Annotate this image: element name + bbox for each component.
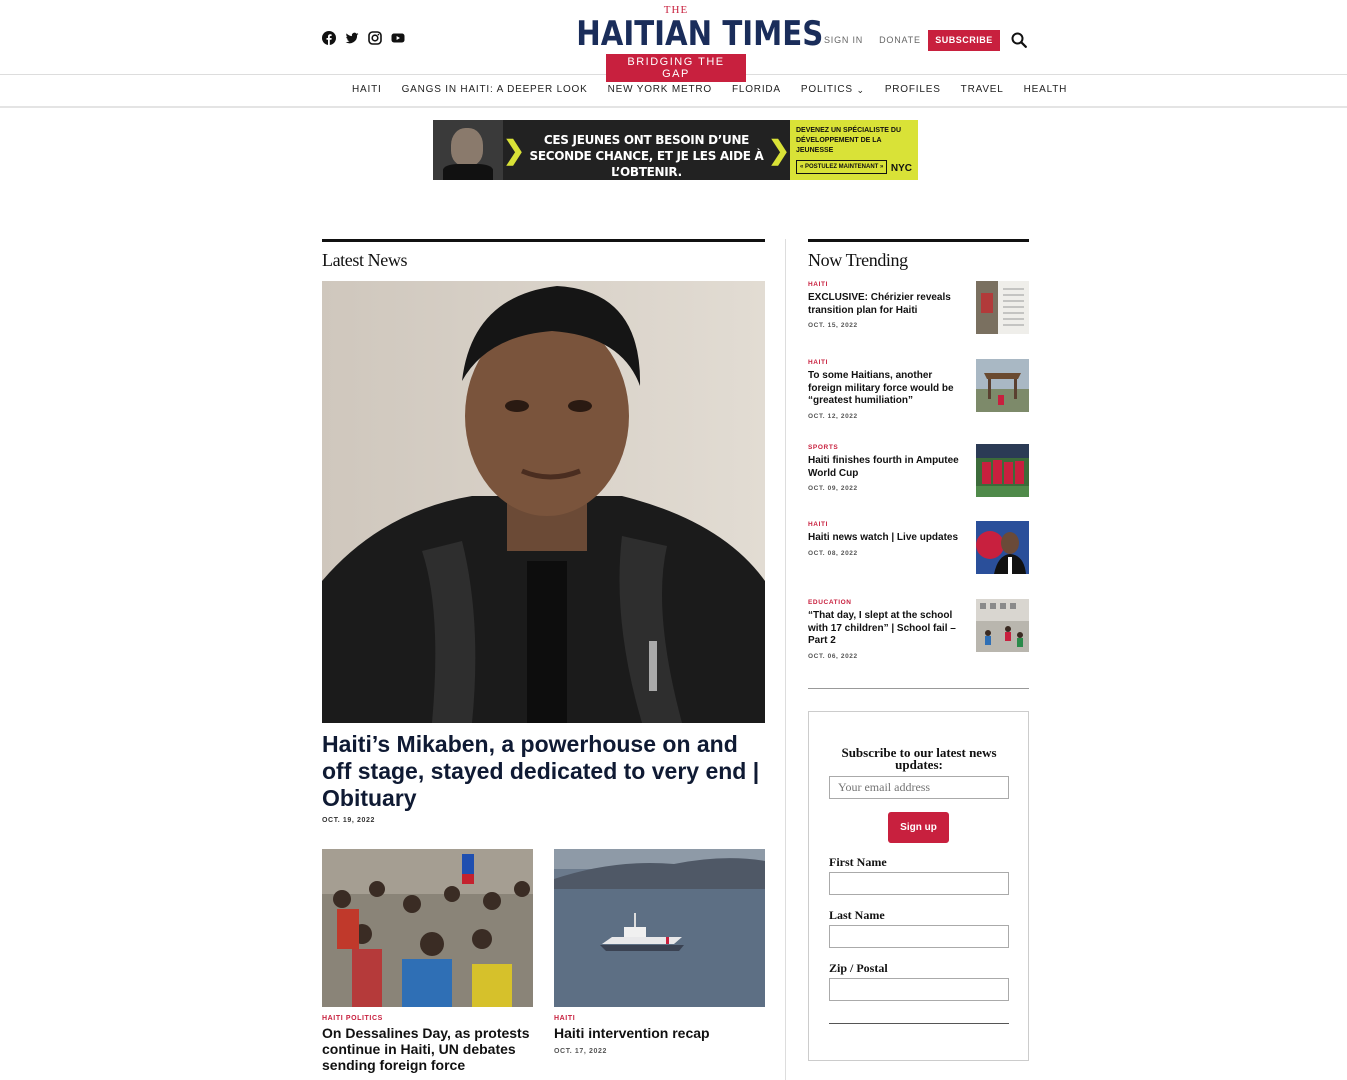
ad-side-panel: DEVENEZ UN SPÉCIALISTE DU DÉVELOPPEMENT … <box>790 120 918 180</box>
trending-date: OCT. 06, 2022 <box>808 652 858 660</box>
now-trending-heading: Now Trending <box>808 250 908 270</box>
trending-item[interactable]: SPORTS Haiti finishes fourth in Amputee … <box>808 444 1029 497</box>
article-card[interactable]: HAITI Haiti intervention recap OCT. 17, … <box>554 849 765 1055</box>
hero-date: OCT. 19, 2022 <box>322 817 375 824</box>
thumbnail-graphic <box>976 359 1029 412</box>
sign-in-link[interactable]: SIGN IN <box>824 35 863 45</box>
now-trending-header: Now Trending <box>808 239 1029 271</box>
banner-ad[interactable]: ❯ CES JEUNES ONT BESOIN D’UNE SECONDE CH… <box>433 120 918 180</box>
article-title[interactable]: On Dessalines Day, as protests continue … <box>322 1025 533 1073</box>
donate-link[interactable]: DONATE <box>879 35 921 45</box>
nav-item-gangs[interactable]: GANGS IN HAITI: A DEEPER LOOK <box>402 84 588 95</box>
trending-title[interactable]: Haiti news watch | Live updates <box>808 532 966 545</box>
latest-news-heading: Latest News <box>322 250 408 270</box>
trending-thumbnail[interactable] <box>976 521 1029 574</box>
ship-photo-graphic <box>554 849 765 1007</box>
trending-title[interactable]: To some Haitians, another foreign milita… <box>808 370 966 408</box>
thumbnail-graphic <box>976 281 1029 334</box>
article-title[interactable]: Haiti intervention recap <box>554 1025 765 1041</box>
article-card[interactable]: HAITI POLITICS On Dessalines Day, as pro… <box>322 849 533 1073</box>
trending-thumbnail[interactable] <box>976 281 1029 334</box>
nav-item-profiles[interactable]: PROFILES <box>885 84 941 95</box>
first-name-label: First Name <box>829 855 887 869</box>
newsletter-signup: Subscribe to our latest news updates: Si… <box>808 711 1029 1061</box>
nav-item-health[interactable]: HEALTH <box>1024 84 1068 95</box>
ad-side-text: DEVENEZ UN SPÉCIALISTE DU DÉVELOPPEMENT … <box>796 127 902 154</box>
logo-wordmark: HAITIAN TIMES <box>576 14 824 54</box>
first-name-field[interactable] <box>829 872 1009 895</box>
hero-image[interactable] <box>322 281 765 723</box>
nav-item-new-york-metro[interactable]: NEW YORK METRO <box>608 84 712 95</box>
trending-thumbnail[interactable] <box>976 599 1029 652</box>
trending-title[interactable]: Haiti finishes fourth in Amputee World C… <box>808 455 966 480</box>
twitter-icon[interactable] <box>345 31 359 45</box>
thumbnail-graphic <box>976 444 1029 497</box>
trending-thumbnail[interactable] <box>976 444 1029 497</box>
divider <box>829 1023 1009 1024</box>
zip-field[interactable] <box>829 978 1009 1001</box>
last-name-field[interactable] <box>829 925 1009 948</box>
subscribe-button[interactable]: SUBSCRIBE <box>928 30 1000 51</box>
latest-news-header: Latest News <box>322 239 765 271</box>
ad-chevron-icon: ❯ <box>503 135 525 165</box>
hero-headline[interactable]: Haiti’s Mikaben, a powerhouse on and off… <box>322 731 765 812</box>
header-links: SIGN IN DONATE <box>824 35 921 45</box>
trending-thumbnail[interactable] <box>976 359 1029 412</box>
nav-item-politics[interactable]: POLITICS ⌄ <box>801 84 865 95</box>
ad-cta[interactable]: « POSTULEZ MAINTENANT » <box>796 160 888 174</box>
site-header: THE HAITIAN TIMES BRIDGING THE GAP SIGN … <box>0 0 1347 82</box>
social-links <box>322 31 405 45</box>
trending-title[interactable]: “That day, I slept at the school with 17… <box>808 610 966 648</box>
article-image[interactable] <box>322 849 533 1007</box>
email-field[interactable] <box>829 776 1009 799</box>
trending-date: OCT. 12, 2022 <box>808 412 858 420</box>
site-logo[interactable]: THE HAITIAN TIMES BRIDGING THE GAP <box>560 4 824 82</box>
nav-item-florida[interactable]: FLORIDA <box>732 84 781 95</box>
sign-up-button[interactable]: Sign up <box>888 812 949 843</box>
search-icon[interactable] <box>1011 32 1027 48</box>
thumbnail-graphic <box>976 599 1029 652</box>
nav-item-travel[interactable]: TRAVEL <box>961 84 1004 95</box>
last-name-label: Last Name <box>829 908 885 922</box>
article-image[interactable] <box>554 849 765 1007</box>
ad-chevron-icon: ❯ <box>768 135 790 165</box>
main-nav: HAITI GANGS IN HAITI: A DEEPER LOOK NEW … <box>0 75 1347 108</box>
nav-item-politics-label: POLITICS <box>800 84 853 95</box>
instagram-icon[interactable] <box>368 31 382 45</box>
ad-headline: CES JEUNES ONT BESOIN D’UNE SECONDE CHAN… <box>529 133 764 179</box>
hero-portrait-graphic <box>322 281 765 723</box>
zip-label: Zip / Postal <box>829 961 888 975</box>
ad-portrait <box>433 120 503 180</box>
ad-brand-logo: NYC <box>890 163 912 174</box>
facebook-icon[interactable] <box>322 31 336 45</box>
trending-title[interactable]: EXCLUSIVE: Chérizier reveals transition … <box>808 292 966 317</box>
trending-item[interactable]: HAITI To some Haitians, another foreign … <box>808 359 1029 420</box>
trending-item[interactable]: HAITI Haiti news watch | Live updates OC… <box>808 521 1029 574</box>
trending-item[interactable]: EDUCATION “That day, I slept at the scho… <box>808 599 1029 660</box>
article-date: OCT. 17, 2022 <box>554 1048 607 1055</box>
nav-item-haiti[interactable]: HAITI <box>352 84 382 95</box>
protest-photo-graphic <box>322 849 533 1007</box>
divider <box>808 688 1029 689</box>
newsletter-heading: Subscribe to our latest news updates: <box>841 745 997 772</box>
trending-item[interactable]: HAITI EXCLUSIVE: Chérizier reveals trans… <box>808 281 1029 334</box>
article-category[interactable]: HAITI POLITICS <box>322 1015 533 1022</box>
article-category[interactable]: HAITI <box>554 1015 765 1022</box>
chevron-down-icon: ⌄ <box>856 85 865 95</box>
thumbnail-graphic <box>976 521 1029 574</box>
youtube-icon[interactable] <box>391 31 405 45</box>
column-divider <box>785 239 786 1080</box>
